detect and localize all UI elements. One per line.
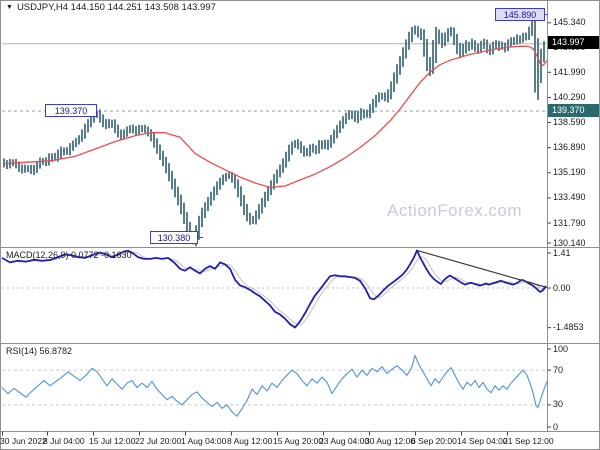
swing-high-label[interactable]: 145.890	[495, 8, 545, 21]
resistance-level-label[interactable]: 139.370	[45, 104, 97, 117]
chart-header: ▼ USDJPY,H4 144.150 144.251 143.508 143.9…	[6, 2, 216, 13]
level-price-tag: 139.370	[548, 104, 599, 117]
watermark: ActionForex.com	[387, 201, 523, 220]
current-price-tag: 143.997	[548, 36, 599, 49]
chart-marker-icon: ▼	[6, 4, 13, 11]
swing-low-label[interactable]: 130.380	[150, 231, 198, 244]
macd-indicator-label: MACD(12,26,9) 0.0772 -0.1630	[6, 250, 132, 260]
rsi-indicator-label: RSI(14) 56.8782	[6, 346, 73, 356]
trading-chart-window: 145.340143.690141.990140.290138.590136.8…	[0, 0, 600, 450]
symbol-ohlc-line: USDJPY,H4 144.150 144.251 143.508 143.99…	[16, 2, 216, 13]
chart-canvas[interactable]	[0, 0, 600, 450]
